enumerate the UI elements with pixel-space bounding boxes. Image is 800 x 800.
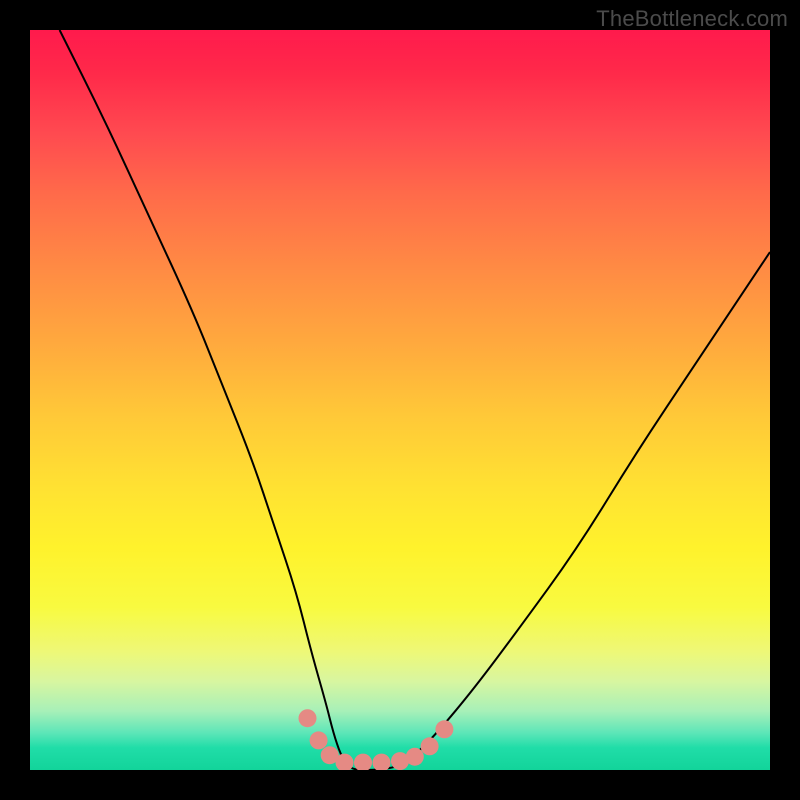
chart-svg [30,30,770,770]
curve-path [60,30,770,770]
chart-frame: TheBottleneck.com [0,0,800,800]
watermark-text: TheBottleneck.com [596,6,788,32]
marker-dot [435,720,453,738]
marker-dot [406,748,424,766]
marker-dot [421,737,439,755]
flat-region-markers [299,709,454,770]
marker-dot [354,754,372,770]
marker-dot [373,754,391,770]
plot-area [30,30,770,770]
bottleneck-curve [60,30,770,770]
marker-dot [310,731,328,749]
marker-dot [299,709,317,727]
